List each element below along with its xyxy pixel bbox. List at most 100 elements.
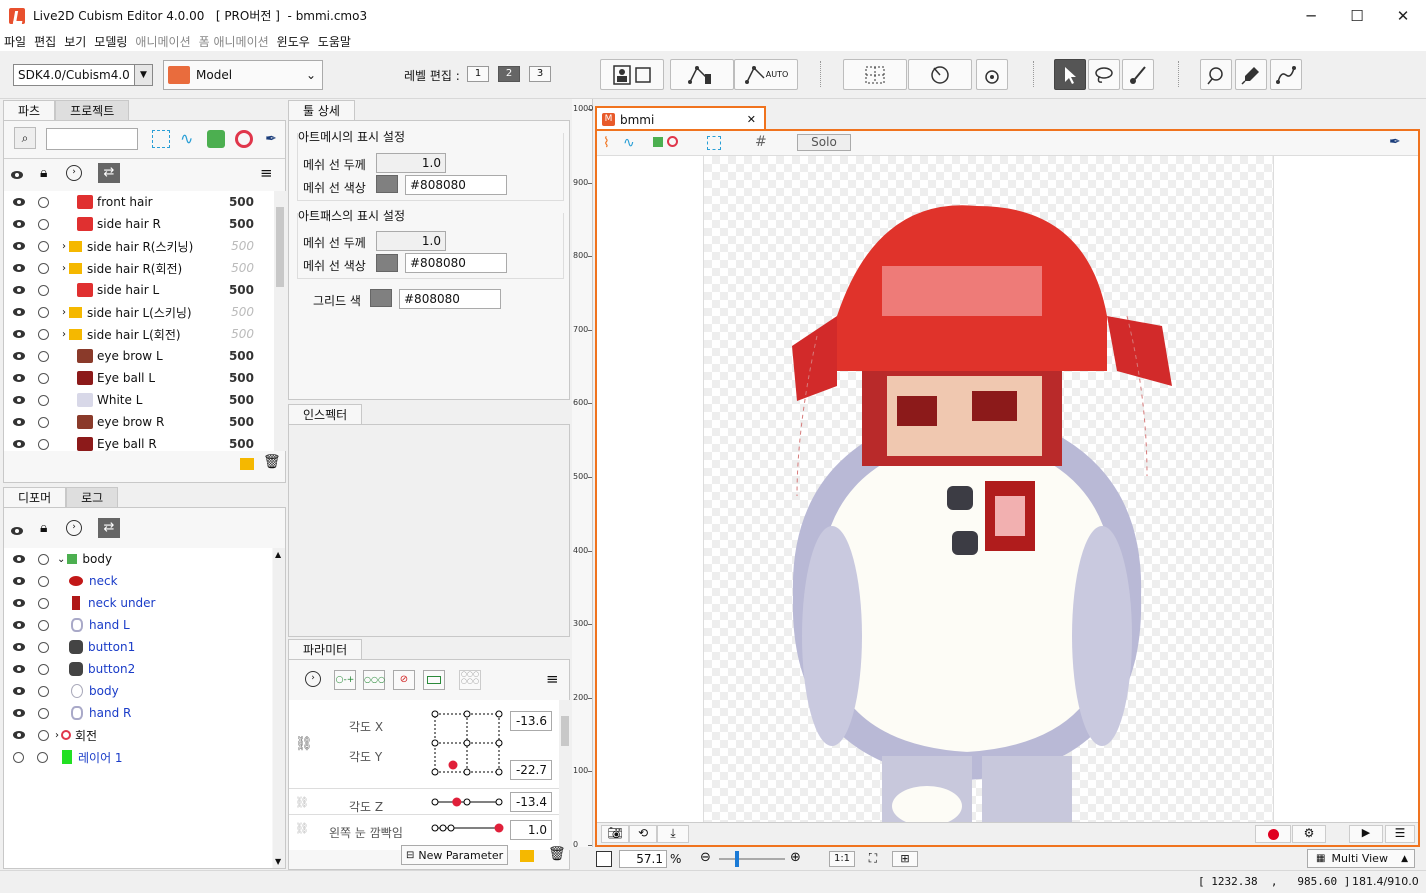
mesh-color-swatch[interactable]: [376, 175, 398, 193]
deformer-extra-button[interactable]: [976, 59, 1008, 90]
path-color-swatch[interactable]: [376, 254, 398, 272]
link-icon[interactable]: ⛓: [295, 736, 313, 752]
warp-deformer-button[interactable]: [843, 59, 907, 90]
eye-icon[interactable]: [13, 330, 25, 338]
hamburger-menu-icon[interactable]: ≡: [260, 164, 273, 182]
pen-tool-button[interactable]: [1235, 59, 1267, 90]
rotation-deformer-button[interactable]: [908, 59, 972, 90]
eye-icon[interactable]: [13, 308, 25, 316]
chevron-right-icon[interactable]: ›: [66, 520, 82, 536]
camera-icon[interactable]: 📷︎: [601, 825, 629, 843]
zoom-input[interactable]: 57.1: [619, 850, 667, 868]
brush-tool-button[interactable]: [1122, 59, 1154, 90]
keyform-icon[interactable]: [423, 670, 445, 690]
camera-reset-icon[interactable]: ⟲: [629, 825, 657, 843]
model-view-button[interactable]: [600, 59, 664, 90]
eye-icon[interactable]: [13, 198, 25, 206]
parts-row[interactable]: › side hair R(스키닝) 500: [4, 235, 274, 257]
canvas-area[interactable]: [597, 156, 1418, 822]
parts-row[interactable]: eye brow L 500: [4, 345, 274, 367]
actual-size-button[interactable]: 1:1: [829, 851, 855, 867]
lasso-tool-button[interactable]: [1088, 59, 1120, 90]
link-icon[interactable]: ⛓: [295, 796, 309, 809]
new-folder-icon[interactable]: [520, 850, 534, 862]
eye-open-value[interactable]: 1.0: [510, 820, 552, 840]
search-icon[interactable]: ⌕: [14, 127, 36, 149]
model-viewport[interactable]: ⌇ ∿ # Solo ✒ 📷︎ ⟲ ⤓ ⚙ ▶ ☰: [595, 129, 1420, 847]
parts-row[interactable]: › side hair R(회전) 500: [4, 257, 274, 279]
menu-view[interactable]: 보기: [60, 33, 90, 50]
camera-export-icon[interactable]: ⤓: [657, 825, 689, 843]
warp-filter-icon[interactable]: [207, 130, 225, 148]
menu-help[interactable]: 도움말: [314, 33, 355, 50]
mesh-display-icon[interactable]: ⌇: [603, 135, 610, 151]
select-toggle[interactable]: [38, 350, 49, 362]
solo-button[interactable]: Solo: [797, 134, 851, 151]
level-3-button[interactable]: 3: [529, 66, 551, 82]
zoom-slider-thumb[interactable]: [735, 851, 739, 867]
eye-icon[interactable]: [13, 440, 25, 448]
select-toggle[interactable]: [38, 196, 49, 208]
zoom-slider[interactable]: [719, 858, 785, 860]
parts-scrollbar[interactable]: [274, 191, 286, 451]
add-keys-icon[interactable]: ○○○: [363, 670, 385, 690]
angle-x-value[interactable]: -13.6: [510, 711, 552, 731]
path-line-width-field[interactable]: 1.0: [376, 231, 446, 251]
angle-y-value[interactable]: -22.7: [510, 760, 552, 780]
eye-icon[interactable]: [13, 286, 25, 294]
curve-tool-button[interactable]: [1270, 59, 1302, 90]
parts-row[interactable]: White L 500: [4, 389, 274, 411]
angle-z-slider[interactable]: [429, 794, 505, 810]
select-tool-button[interactable]: [1054, 59, 1086, 90]
chevron-right-icon[interactable]: ›: [62, 263, 66, 274]
eye-icon[interactable]: [13, 220, 25, 228]
auto-mesh-button[interactable]: AUTO: [734, 59, 798, 90]
chevron-right-icon[interactable]: ›: [62, 329, 66, 340]
parts-row[interactable]: side hair L 500: [4, 279, 274, 301]
parameter-scrollbar[interactable]: [559, 700, 571, 850]
select-toggle[interactable]: [38, 240, 49, 252]
tree-row-layer[interactable]: 레이어 1: [4, 746, 123, 768]
angle-xy-pad[interactable]: [429, 710, 505, 776]
select-toggle[interactable]: [38, 372, 49, 384]
parts-row[interactable]: front hair 500: [4, 191, 274, 213]
eye-icon[interactable]: [13, 352, 25, 360]
document-tab[interactable]: M bmmi ✕: [595, 106, 766, 131]
select-toggle[interactable]: [38, 394, 49, 406]
mesh-line-width-field[interactable]: 1.0: [376, 153, 446, 173]
menu-modeling[interactable]: 모델링: [90, 33, 131, 50]
menu-file[interactable]: 파일: [0, 33, 30, 50]
path-tool-button[interactable]: [1200, 59, 1232, 90]
tab-inspector[interactable]: 인스펙터: [288, 404, 363, 424]
tree-row-body-root[interactable]: ⌄ body: [4, 548, 112, 570]
path-display-icon[interactable]: ∿: [623, 135, 635, 151]
new-folder-icon[interactable]: [240, 458, 254, 470]
trash-icon[interactable]: 🗑︎: [548, 846, 566, 862]
chevron-right-icon[interactable]: ›: [62, 307, 66, 318]
select-toggle[interactable]: [38, 306, 49, 318]
rotation-display-icon[interactable]: [667, 136, 678, 147]
zoom-out-icon[interactable]: ⊖: [700, 850, 711, 865]
new-parameter-button[interactable]: ⊟ New Parameter: [401, 845, 509, 865]
chevron-right-icon[interactable]: ›: [66, 165, 82, 181]
trash-icon[interactable]: 🗑︎: [263, 454, 281, 470]
frame-toggle[interactable]: [596, 851, 612, 867]
parts-row[interactable]: › side hair L(회전) 500: [4, 323, 274, 345]
grid-keys-icon[interactable]: ○○○ ○○○: [459, 670, 481, 690]
tree-row-button2[interactable]: button2: [4, 658, 135, 680]
eye-open-slider[interactable]: [429, 820, 505, 836]
delete-key-icon[interactable]: ⊘: [393, 670, 415, 690]
angle-z-value[interactable]: -13.4: [510, 792, 552, 812]
path-filter-icon[interactable]: ∿: [180, 130, 198, 148]
level-1-button[interactable]: 1: [467, 66, 489, 82]
parts-row[interactable]: Eye ball L 500: [4, 367, 274, 389]
lock-icon[interactable]: 🔒︎: [40, 165, 47, 181]
zoom-in-icon[interactable]: ⊕: [790, 850, 801, 865]
select-toggle[interactable]: [38, 284, 49, 296]
grid-color-swatch[interactable]: [370, 289, 392, 307]
swap-icon[interactable]: ⇄: [98, 518, 120, 538]
pen-filter-icon[interactable]: ✒: [262, 130, 280, 148]
level-2-button[interactable]: 2: [498, 66, 520, 82]
link-icon[interactable]: ⛓: [295, 822, 309, 835]
tree-row-rotation[interactable]: › 회전: [4, 724, 97, 746]
